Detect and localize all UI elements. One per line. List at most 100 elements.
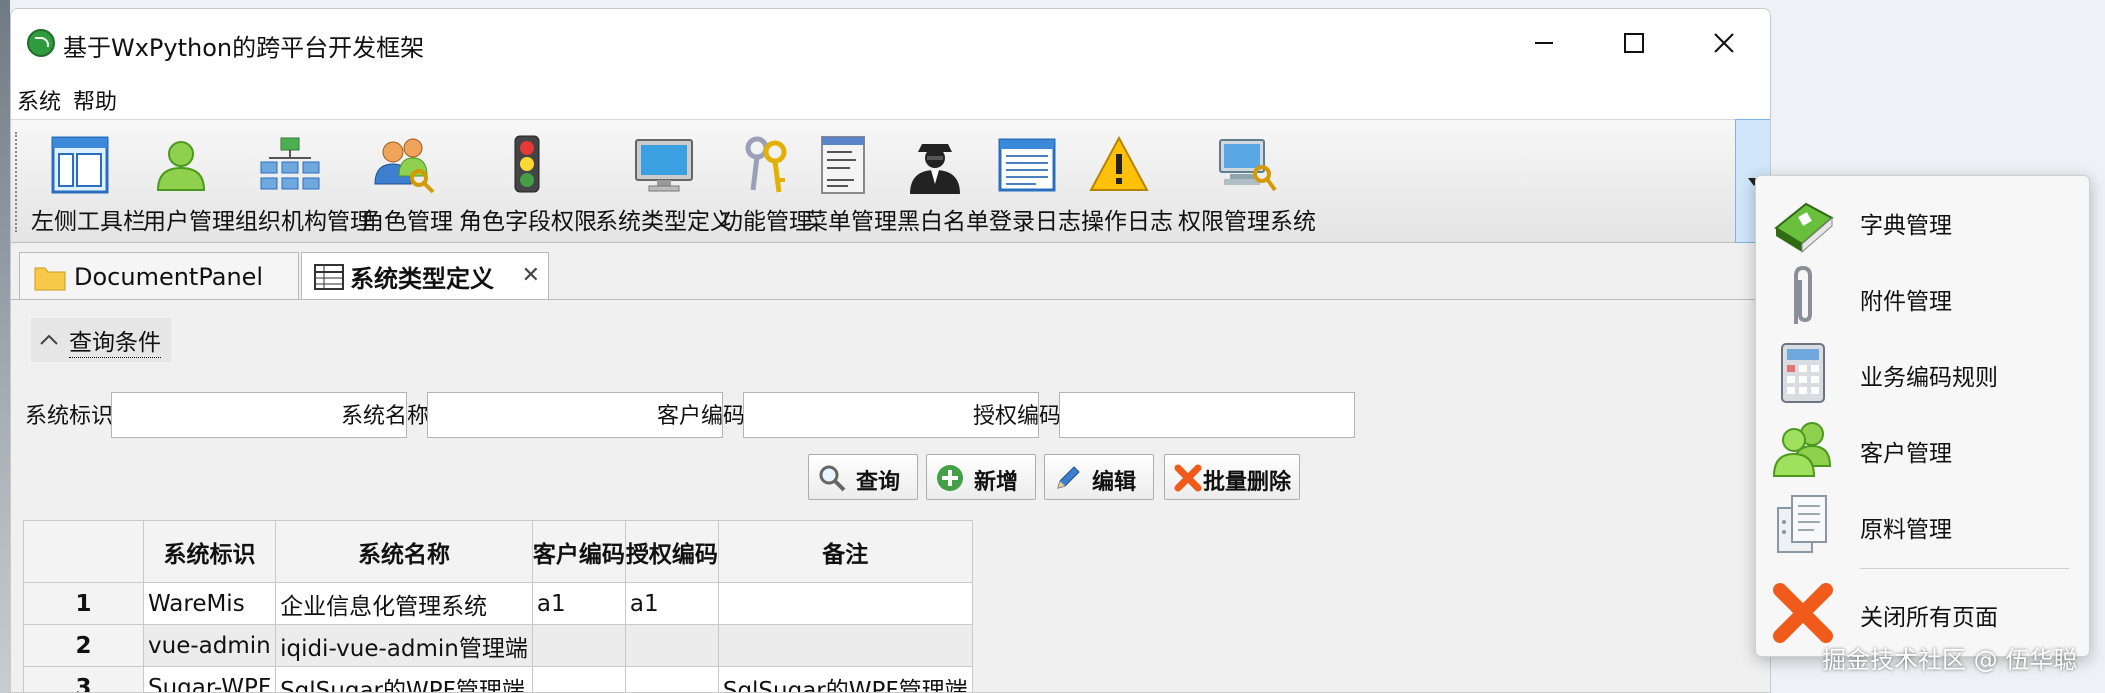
field-label-system-name: 系统名称: [341,404,437,429]
tool-menu-management[interactable]: 菜单管理 [805,120,897,244]
tool-left-toolbar[interactable]: 左侧工具栏 [31,120,146,244]
menu-item-attachments[interactable]: 附件管理 [1756,258,2089,334]
tool-operation-log[interactable]: 操作日志 [1081,120,1173,244]
computer-key-icon [1219,139,1277,192]
grid-cell[interactable] [624,624,719,667]
toolbar-grip[interactable] [15,132,19,232]
data-grid: 系统标识 系统名称 客户编码 授权编码 备注 1 WareMis 企业信息化管理… [23,520,973,692]
warning-icon [1089,135,1149,191]
maximize-button[interactable] [1589,9,1679,77]
tool-user-management[interactable]: 用户管理 [143,120,235,244]
search-button[interactable]: 查询 [808,454,918,500]
menu-item-code-rules[interactable]: 业务编码规则 [1756,334,2089,410]
menu-doc-icon [821,136,865,194]
column-header[interactable]: 系统名称 [275,520,533,583]
column-header[interactable]: 客户编码 [531,520,626,583]
tab-label: 系统类型定义 [350,265,494,293]
paperclip-icon [1794,265,1812,324]
grid-cell[interactable] [624,666,719,692]
tool-label: 左侧工具栏 [31,209,146,235]
tool-label: 操作日志 [1081,209,1173,235]
title-bar: 基于WxPython的跨平台开发框架 [11,9,1770,77]
documents-icon [1777,495,1827,553]
menu-item-label: 关闭所有页面 [1860,605,1998,631]
table-row[interactable]: 1 WareMis 企业信息化管理系统 a1 a1 [23,582,973,625]
grid-cell[interactable]: a1 [624,582,719,625]
menu-help[interactable]: 帮助 [73,84,117,116]
menu-system[interactable]: 系统 [17,84,61,116]
tab-label: DocumentPanel [74,262,264,291]
query-toggle[interactable]: 查询条件 [31,318,171,362]
batch-delete-button[interactable]: 批量删除 [1164,454,1300,500]
field-label-system-id: 系统标识: [25,404,121,429]
tool-permission-system[interactable]: 权限管理系统 [1173,120,1321,244]
grid-corner[interactable] [23,520,144,583]
close-button[interactable] [1679,9,1769,77]
tab-close-icon[interactable]: ✕ [522,263,540,288]
tool-login-log[interactable]: 登录日志 [989,120,1081,244]
tool-black-white-list[interactable]: 黑白名单 [897,120,989,244]
add-button[interactable]: 新增 [926,454,1036,500]
column-header[interactable]: 授权编码 [624,520,719,583]
row-number[interactable]: 1 [23,582,144,625]
tool-org-management[interactable]: 组织机构管理 [235,120,373,244]
grid-cell[interactable]: 企业信息化管理系统 [275,582,533,625]
grid-cell[interactable] [717,624,973,667]
grid-cell[interactable] [717,582,973,625]
app-window: 基于WxPython的跨平台开发框架 系统 帮助 左侧工具栏 用户管理 组织机构… [10,8,1771,693]
menu-item-close-all[interactable]: 关闭所有页面 [1756,574,2089,650]
column-header[interactable]: 备注 [717,520,973,583]
grid-cell[interactable]: vue-admin [142,624,277,667]
grid-cell[interactable]: Sugar-WPF [142,666,277,692]
tab-system-type[interactable]: 系统类型定义 ✕ [301,252,549,300]
grid-cell[interactable] [531,666,626,692]
traffic-light-icon [514,135,540,193]
row-number[interactable]: 2 [23,624,144,667]
button-label: 查询 [855,470,900,495]
table-icon [314,263,344,290]
row-number[interactable]: 3 [23,666,144,692]
chevron-up-icon [40,334,58,345]
desktop-background [0,0,10,693]
menu-item-materials[interactable]: 原料管理 [1756,486,2089,562]
tool-label: 角色字段权限 [459,209,597,235]
org-chart-icon [260,137,320,190]
table-row[interactable]: 3 Sugar-WPF SqlSugar的WPF管理端 SqlSugar的WPF… [23,666,973,692]
users-key-icon [374,138,435,194]
window-title: 基于WxPython的跨平台开发框架 [63,34,425,62]
system-type-panel: 查询条件 系统标识: 系统名称: 客户编码: 授权编码: 查询 新增 编辑 批量… [11,299,1770,692]
watermark: 掘金技术社区 @ 伍华聪 [1822,646,2078,674]
column-header[interactable]: 系统标识 [142,520,277,583]
grid-cell[interactable] [531,624,626,667]
table-row[interactable]: 2 vue-admin iqidi-vue-admin管理端 [23,624,973,667]
grid-cell[interactable]: SqlSugar的WPF管理端 [717,666,973,692]
log-window-icon [998,138,1056,192]
minimize-button[interactable] [1499,9,1589,77]
tool-role-management[interactable]: 角色管理 [361,120,453,244]
query-section-label: 查询条件 [69,323,161,358]
edit-button[interactable]: 编辑 [1044,454,1154,500]
close-icon [1714,33,1734,53]
document-tabs: DocumentPanel 系统类型定义 ✕ [11,243,1770,300]
grid-cell[interactable]: SqlSugar的WPF管理端 [275,666,533,692]
grid-header-row: 系统标识 系统名称 客户编码 授权编码 备注 [23,520,973,583]
license-code-input[interactable] [1059,392,1355,438]
app-logo-icon [27,29,55,57]
menu-item-dictionary[interactable]: 字典管理 [1756,182,2089,258]
tool-label: 菜单管理 [805,209,897,235]
monitor-icon [635,139,693,192]
agent-icon [910,144,960,194]
tool-label: 黑白名单 [897,209,989,235]
menu-item-customers[interactable]: 客户管理 [1756,410,2089,486]
grid-cell[interactable]: a1 [531,582,626,625]
button-label: 批量删除 [1202,470,1291,495]
menu-separator [1860,568,2069,569]
grid-cell[interactable]: WareMis [142,582,277,625]
toolbar-overflow-menu: 字典管理 附件管理 业务编码规则 客户管理 原料管理 关闭所有页面 [1755,175,2090,657]
tab-document-panel[interactable]: DocumentPanel [19,252,299,300]
tool-role-field-permission[interactable]: 角色字段权限 [459,120,597,244]
tool-label: 角色管理 [361,209,453,235]
menu-item-label: 客户管理 [1860,441,1952,467]
grid-cell[interactable]: iqidi-vue-admin管理端 [275,624,533,667]
customers-icon [1772,422,1832,477]
